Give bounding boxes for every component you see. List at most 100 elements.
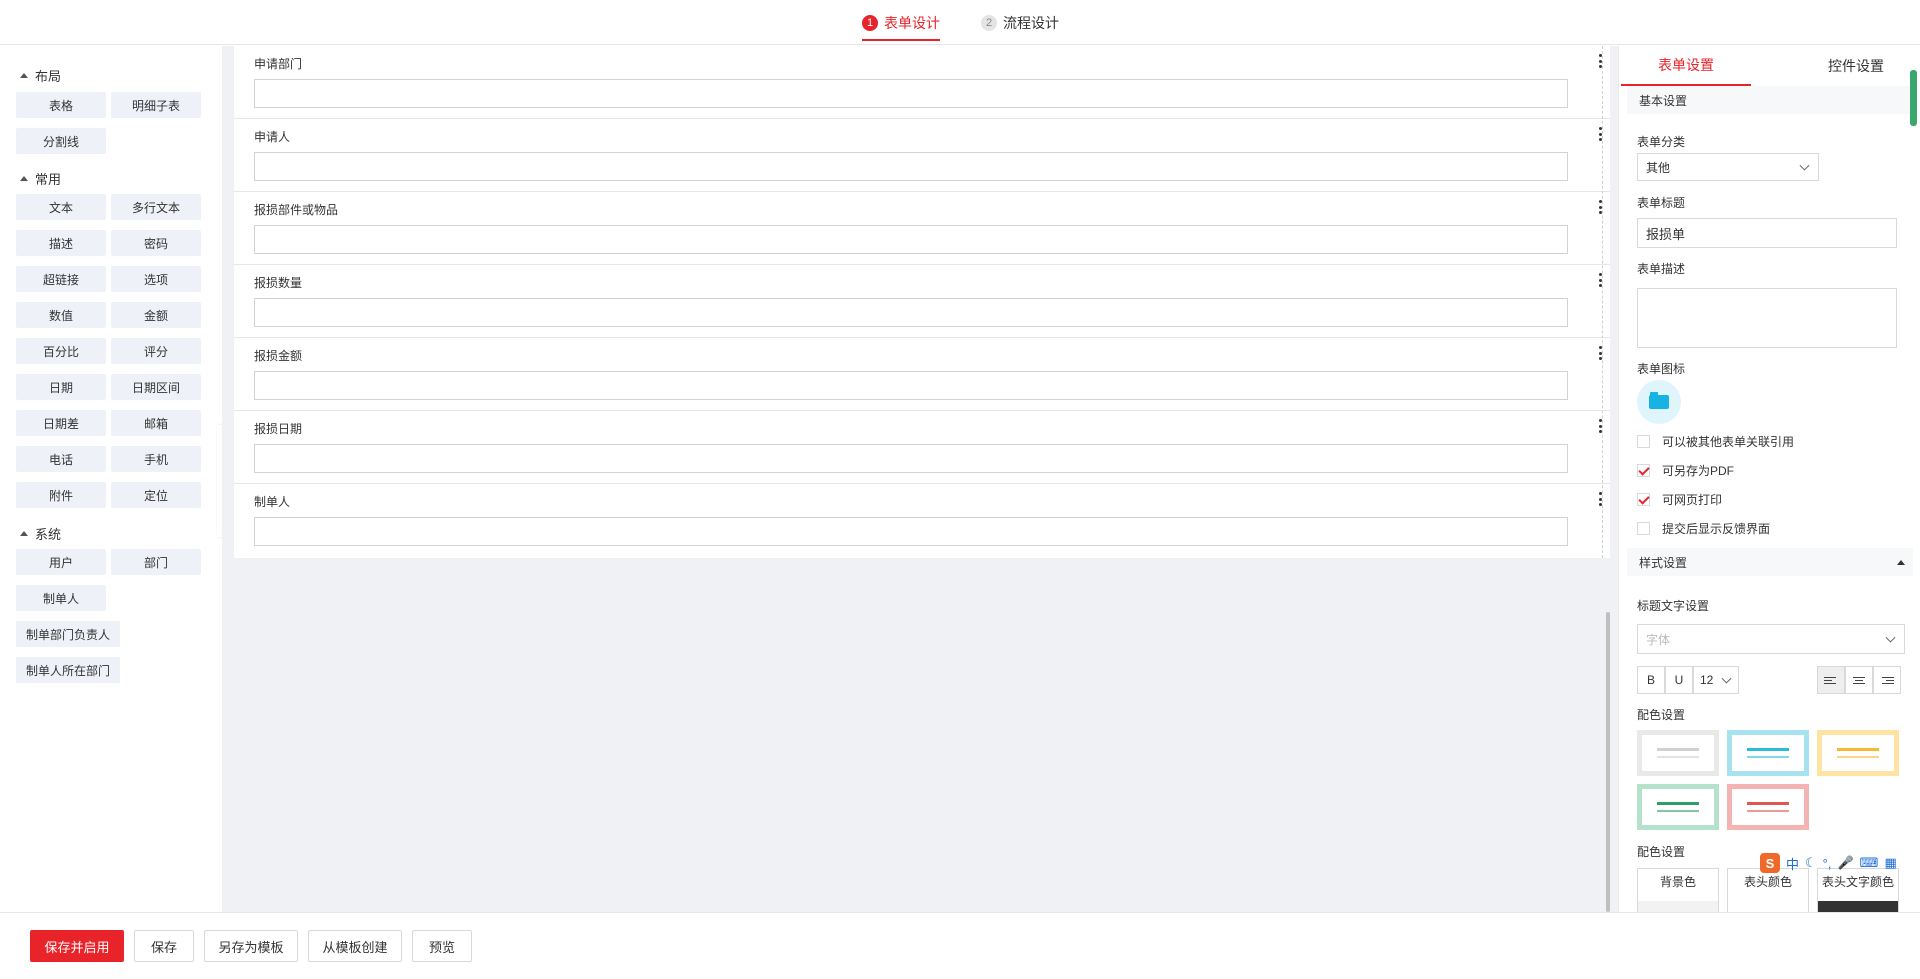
- palette-item-date-range[interactable]: 日期区间: [111, 374, 201, 400]
- field-input[interactable]: [254, 517, 1568, 546]
- save-as-template-button[interactable]: 另存为模板: [204, 930, 298, 962]
- category-select[interactable]: 其他: [1637, 153, 1819, 181]
- field-label: 制单人: [254, 495, 291, 509]
- tab-control-settings[interactable]: 控件设置: [1791, 46, 1920, 86]
- sogou-logo-icon: S: [1760, 853, 1780, 873]
- palette-item-text[interactable]: 文本: [16, 194, 106, 220]
- background-color-box[interactable]: 背景色: [1637, 868, 1719, 912]
- color-scheme-swatch[interactable]: [1727, 784, 1809, 830]
- panel-scrollbar[interactable]: [1910, 70, 1917, 126]
- chevron-down-icon: [1799, 160, 1810, 171]
- field-input[interactable]: [254, 444, 1568, 473]
- description-label: 表单描述: [1637, 262, 1686, 276]
- palette-item-creator[interactable]: 制单人: [16, 585, 106, 611]
- palette-item-location[interactable]: 定位: [111, 482, 201, 508]
- palette-item-department[interactable]: 部门: [111, 549, 201, 575]
- control-palette: 布局 表格 明细子表 分割线 常用 文本 多行文本 描述 密码 超链接 选项 数…: [0, 46, 222, 912]
- palette-item-mobile[interactable]: 手机: [111, 446, 201, 472]
- field-input[interactable]: [254, 371, 1568, 400]
- header-text-color-box[interactable]: 表头文字颜色: [1817, 868, 1899, 912]
- font-size-select[interactable]: 12: [1693, 666, 1739, 694]
- color-scheme-swatch[interactable]: [1637, 730, 1719, 776]
- form-field-row[interactable]: 报损数量: [234, 265, 1610, 338]
- description-textarea[interactable]: [1637, 288, 1897, 348]
- bold-button[interactable]: B: [1637, 666, 1665, 694]
- field-label: 报损日期: [254, 422, 303, 436]
- checkbox[interactable]: [1637, 522, 1650, 535]
- title-text-label: 标题文字设置: [1637, 599, 1710, 613]
- palette-item-percent[interactable]: 百分比: [16, 338, 106, 364]
- palette-item-table[interactable]: 表格: [16, 92, 106, 118]
- step-flow-design[interactable]: 2 流程设计: [981, 0, 1059, 45]
- check-web-print[interactable]: 可网页打印: [1637, 491, 1722, 508]
- section-style-settings[interactable]: 样式设置: [1627, 548, 1913, 576]
- color-scheme-swatch[interactable]: [1637, 784, 1719, 830]
- checkbox[interactable]: [1637, 435, 1650, 448]
- tab-form-settings[interactable]: 表单设置: [1621, 46, 1751, 86]
- palette-item-number[interactable]: 数值: [16, 302, 106, 328]
- save-and-enable-button[interactable]: 保存并启用: [30, 930, 124, 962]
- folder-icon[interactable]: [1637, 380, 1681, 424]
- font-select[interactable]: 字体: [1637, 624, 1905, 654]
- field-input[interactable]: [254, 79, 1568, 108]
- checkbox-checked[interactable]: [1637, 493, 1650, 506]
- field-input[interactable]: [254, 152, 1568, 181]
- palette-item-multiline-text[interactable]: 多行文本: [111, 194, 201, 220]
- title-input[interactable]: 报损单: [1637, 218, 1897, 248]
- check-save-pdf[interactable]: 可另存为PDF: [1637, 462, 1734, 479]
- form-field-row[interactable]: 报损部件或物品: [234, 192, 1610, 265]
- align-right-icon[interactable]: [1873, 666, 1901, 694]
- create-from-template-button[interactable]: 从模板创建: [308, 930, 402, 962]
- form-field-row[interactable]: 制单人: [234, 484, 1610, 557]
- palette-item-hyperlink[interactable]: 超链接: [16, 266, 106, 292]
- font-placeholder: 字体: [1646, 632, 1671, 647]
- palette-item-date[interactable]: 日期: [16, 374, 106, 400]
- preview-button[interactable]: 预览: [412, 930, 472, 962]
- check-linkable[interactable]: 可以被其他表单关联引用: [1637, 433, 1794, 450]
- color-box-label: 背景色: [1659, 875, 1696, 889]
- palette-item-attachment[interactable]: 附件: [16, 482, 106, 508]
- palette-item-creator-dept-head[interactable]: 制单部门负责人: [16, 621, 120, 647]
- palette-item-description[interactable]: 描述: [16, 230, 106, 256]
- palette-item-phone[interactable]: 电话: [16, 446, 106, 472]
- palette-item-password[interactable]: 密码: [111, 230, 201, 256]
- canvas-scrollbar[interactable]: [1606, 612, 1610, 912]
- palette-item-date-diff[interactable]: 日期差: [16, 410, 106, 436]
- save-button[interactable]: 保存: [134, 930, 194, 962]
- form-field-row[interactable]: 申请部门: [234, 46, 1610, 119]
- section-basic-settings[interactable]: 基本设置: [1627, 86, 1913, 114]
- group-system-title[interactable]: 系统: [20, 524, 61, 543]
- moon-icon[interactable]: ☾: [1805, 855, 1817, 871]
- underline-button[interactable]: U: [1665, 666, 1693, 694]
- align-center-icon[interactable]: [1845, 666, 1873, 694]
- keyboard-icon[interactable]: ⌨: [1860, 855, 1879, 871]
- group-common-title[interactable]: 常用: [20, 169, 61, 188]
- field-input[interactable]: [254, 298, 1568, 327]
- palette-item-subtable[interactable]: 明细子表: [111, 92, 201, 118]
- palette-item-email[interactable]: 邮箱: [111, 410, 201, 436]
- punctuation-icon[interactable]: °,: [1823, 856, 1832, 871]
- align-left-icon[interactable]: [1817, 666, 1845, 694]
- palette-item-rating[interactable]: 评分: [111, 338, 201, 364]
- palette-item-divider[interactable]: 分割线: [16, 128, 106, 154]
- checkbox-checked[interactable]: [1637, 464, 1650, 477]
- header-color-box[interactable]: 表头颜色: [1727, 868, 1809, 912]
- color-scheme-swatch[interactable]: [1817, 730, 1899, 776]
- palette-item-option[interactable]: 选项: [111, 266, 201, 292]
- group-layout-title[interactable]: 布局: [20, 66, 61, 85]
- palette-item-creator-dept[interactable]: 制单人所在部门: [16, 657, 120, 683]
- ime-toolbar[interactable]: S 中 ☾ °, 🎤 ⌨ ▦: [1760, 852, 1920, 874]
- form-field-row[interactable]: 报损日期: [234, 411, 1610, 484]
- field-input[interactable]: [254, 225, 1568, 254]
- palette-item-user[interactable]: 用户: [16, 549, 106, 575]
- ime-mode[interactable]: 中: [1786, 854, 1799, 873]
- palette-item-amount[interactable]: 金额: [111, 302, 201, 328]
- form-field-row[interactable]: 报损金额: [234, 338, 1610, 411]
- microphone-icon[interactable]: 🎤: [1837, 855, 1853, 871]
- step-form-design[interactable]: 1 表单设计: [862, 0, 940, 45]
- grid-icon[interactable]: ▦: [1884, 855, 1896, 871]
- step-bar: 1 表单设计 2 流程设计: [0, 0, 1920, 45]
- form-field-row[interactable]: 申请人: [234, 119, 1610, 192]
- check-feedback[interactable]: 提交后显示反馈界面: [1637, 520, 1770, 537]
- color-scheme-swatch[interactable]: [1727, 730, 1809, 776]
